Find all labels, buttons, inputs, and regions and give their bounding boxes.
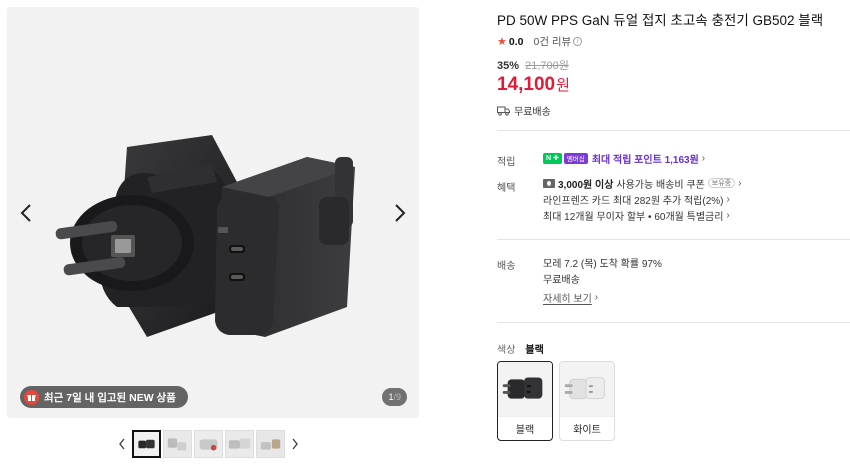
color-label-text: 색상 xyxy=(497,345,516,356)
rating-score: 0.0 xyxy=(508,35,524,48)
free-shipping-text: 무료배송 xyxy=(514,107,551,118)
sale-price: 14,100원 xyxy=(497,74,570,96)
shipping-coupon-link[interactable]: 3,000원 이상 사용가능 배송비 쿠폰 보유중 › xyxy=(543,175,741,191)
thumbnail-image xyxy=(164,431,191,457)
divider xyxy=(497,239,850,240)
thumbnail-image xyxy=(195,431,222,457)
npay-badge: N ✚ xyxy=(543,152,562,164)
star-icon: ★ xyxy=(497,36,507,48)
info-icon[interactable]: i xyxy=(573,37,583,46)
new-badge-text: 최근 7일 내 입고된 NEW 상품 xyxy=(44,391,176,404)
chevron-right-icon: › xyxy=(701,152,706,164)
product-title: PD 50W PPS GaN 듀얼 접지 초고속 충전기 GB502 블랙 xyxy=(497,13,824,28)
card-benefit-link[interactable]: 라인프렌즈 카드 최대 282원 추가 적립(2%) › xyxy=(543,191,741,207)
discount-row: 35% 21,700원 xyxy=(497,57,569,73)
counter-total: /9 xyxy=(393,392,401,402)
color-option-label-black: 블랙 xyxy=(498,416,552,440)
thumbnail-strip xyxy=(114,429,303,459)
chevron-right-icon: › xyxy=(726,193,730,205)
coupon-text: 사용가능 배송비 쿠폰 xyxy=(616,179,705,191)
image-counter: 1/9 xyxy=(382,388,407,406)
free-shipping-badge: 무료배송 xyxy=(497,103,551,118)
installment-link[interactable]: 최대 12개월 무이자 할부 • 60개월 특별금리 › xyxy=(543,207,741,223)
new-arrival-badge: 최근 7일 내 입고된 NEW 상품 xyxy=(20,386,188,408)
thumbnail-5[interactable] xyxy=(256,430,285,458)
chevron-left-icon xyxy=(119,438,125,450)
selected-color: 블랙 xyxy=(525,345,544,356)
gift-icon xyxy=(24,389,39,405)
rating-row: ★ 0.0 0건 리뷰 i xyxy=(497,34,583,49)
chevron-left-icon xyxy=(20,204,31,222)
thumbnail-image xyxy=(138,439,155,449)
chevron-right-icon: › xyxy=(594,291,599,303)
thumbnail-next-button[interactable] xyxy=(287,430,303,458)
delivery-label: 배송 xyxy=(497,261,516,272)
installment-text: 최대 12개월 무이자 할부 • 60개월 특별금리 xyxy=(543,211,724,223)
membership-badge: 멤버십 xyxy=(563,152,588,164)
color-option-image xyxy=(498,362,552,417)
chevron-right-icon xyxy=(292,438,298,450)
delivery-fee: 무료배송 xyxy=(543,274,580,286)
delivery-eta: 모레 7.2 (목) 도착 확률 97% xyxy=(543,258,662,270)
original-price: 21,700원 xyxy=(525,60,569,72)
divider xyxy=(497,322,850,323)
coupon-icon xyxy=(543,178,555,188)
thumbnail-1[interactable] xyxy=(132,430,161,458)
product-image-gallery: 최근 7일 내 입고된 NEW 상품 1/9 xyxy=(7,7,419,418)
color-option-white[interactable]: 화이트 xyxy=(559,361,615,441)
gallery-next-button[interactable] xyxy=(389,200,411,226)
review-count-link[interactable]: 0건 리뷰 xyxy=(533,34,571,49)
max-points-text: 최대 적립 포인트 1,163원 xyxy=(591,154,699,166)
sale-price-unit: 원 xyxy=(556,77,570,94)
coupon-owned-tag: 보유중 xyxy=(707,178,736,188)
chevron-right-icon xyxy=(395,204,406,222)
points-label: 적립 xyxy=(497,157,516,168)
color-option-black[interactable]: 블랙 xyxy=(497,361,553,441)
thumbnail-4[interactable] xyxy=(225,430,254,458)
thumbnail-2[interactable] xyxy=(163,430,192,458)
delivery-body: 모레 7.2 (목) 도착 확률 97% 무료배송 자세히 보기 › xyxy=(543,254,662,305)
divider xyxy=(497,130,850,131)
chevron-right-icon: › xyxy=(726,209,730,221)
thumbnail-3[interactable] xyxy=(194,430,223,458)
sale-price-value: 14,100 xyxy=(497,74,556,95)
color-option-label-white: 화이트 xyxy=(560,416,614,440)
color-option-label: 색상 블랙 xyxy=(497,341,544,356)
thumbnail-prev-button[interactable] xyxy=(114,430,130,458)
discount-percent: 35% xyxy=(497,60,520,72)
thumbnail-image xyxy=(226,431,253,457)
color-option-image xyxy=(560,362,614,417)
color-options: 블랙 화이트 xyxy=(497,361,615,441)
card-benefit-text: 라인프렌즈 카드 최대 282원 추가 적립(2%) xyxy=(543,195,724,207)
benefits-body: 3,000원 이상 사용가능 배송비 쿠폰 보유중 › 라인프렌즈 카드 최대 … xyxy=(543,175,741,223)
product-main-image xyxy=(55,135,355,337)
benefits-label: 혜택 xyxy=(497,183,516,194)
chevron-right-icon: › xyxy=(738,177,742,189)
coupon-min-amount: 3,000원 이상 xyxy=(558,179,614,191)
delivery-more-link[interactable]: 자세히 보기 › xyxy=(543,289,662,305)
thumbnail-image xyxy=(257,431,284,457)
points-body: N ✚ 멤버십 최대 적립 포인트 1,163원 › xyxy=(543,150,705,166)
gallery-prev-button[interactable] xyxy=(15,200,37,226)
delivery-more-text: 자세히 보기 xyxy=(543,293,592,305)
max-points-link[interactable]: N ✚ 멤버십 최대 적립 포인트 1,163원 › xyxy=(543,150,705,166)
truck-icon xyxy=(497,106,510,116)
